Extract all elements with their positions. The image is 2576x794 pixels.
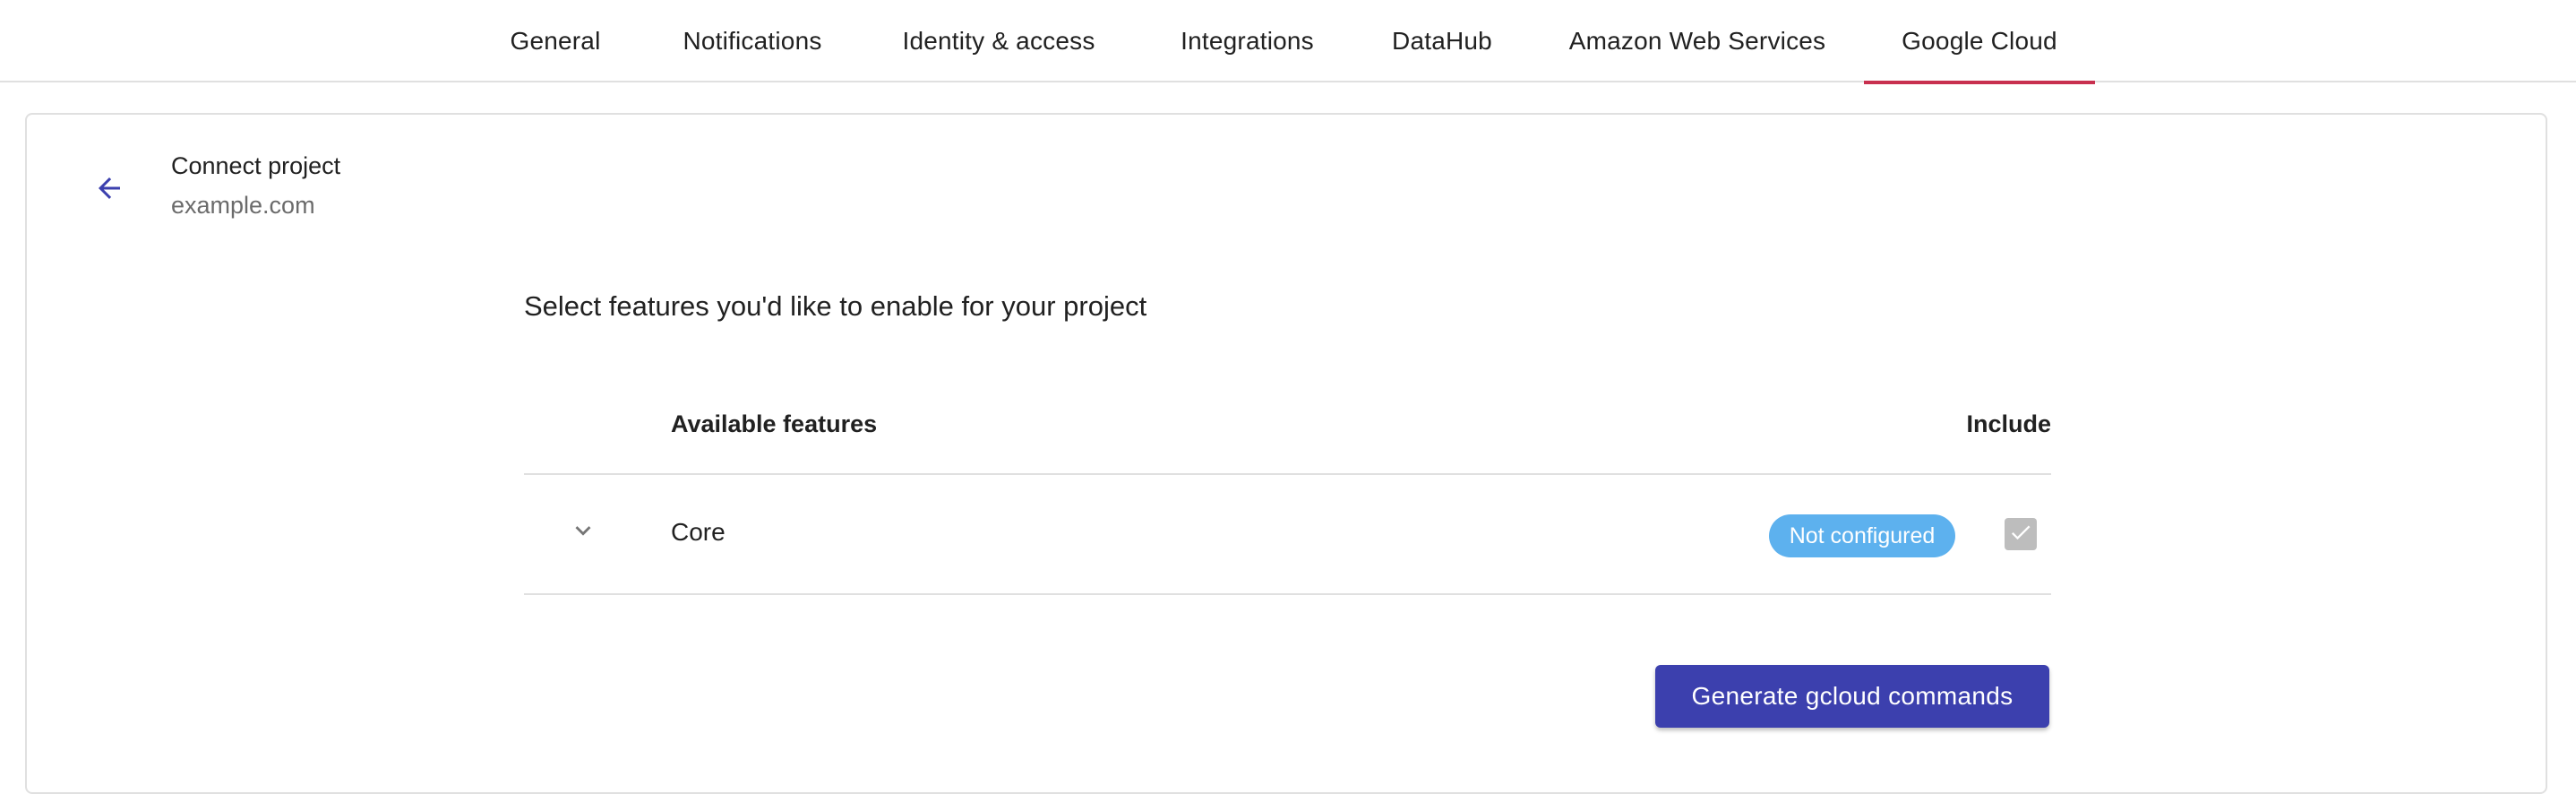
back-button[interactable] — [81, 161, 138, 219]
table-header: Available features Include — [524, 375, 2051, 475]
tab-amazon-web-services[interactable]: Amazon Web Services — [1532, 0, 1863, 82]
status-badge: Not configured — [1769, 514, 1955, 557]
arrow-left-icon — [93, 172, 125, 209]
settings-tab-bar: General Notifications Identity & access … — [0, 0, 2576, 84]
section-title: Select features you'd like to enable for… — [524, 290, 1147, 322]
column-header-features: Available features — [671, 410, 878, 437]
tab-google-cloud[interactable]: Google Cloud — [1864, 0, 2095, 84]
table-row: Core Not configured — [524, 475, 2051, 595]
connect-project-card: Connect project example.com Select featu… — [25, 113, 2547, 794]
tab-datahub[interactable]: DataHub — [1370, 0, 1514, 82]
tab-notifications[interactable]: Notifications — [645, 0, 860, 82]
checkmark-icon — [2008, 520, 2033, 549]
tab-identity-access[interactable]: Identity & access — [878, 0, 1120, 82]
features-table: Available features Include Core Not conf… — [524, 375, 2051, 595]
project-domain: example.com — [171, 192, 315, 219]
generate-gcloud-commands-button[interactable]: Generate gcloud commands — [1655, 665, 2049, 728]
tab-general[interactable]: General — [484, 0, 627, 82]
chevron-down-icon — [568, 515, 598, 550]
expand-row-button[interactable] — [563, 513, 603, 552]
page-title: Connect project — [171, 152, 341, 179]
feature-name: Core — [671, 518, 726, 546]
column-header-include: Include — [1966, 410, 2051, 437]
include-checkbox[interactable] — [2005, 518, 2037, 550]
tab-integrations[interactable]: Integrations — [1138, 0, 1357, 82]
